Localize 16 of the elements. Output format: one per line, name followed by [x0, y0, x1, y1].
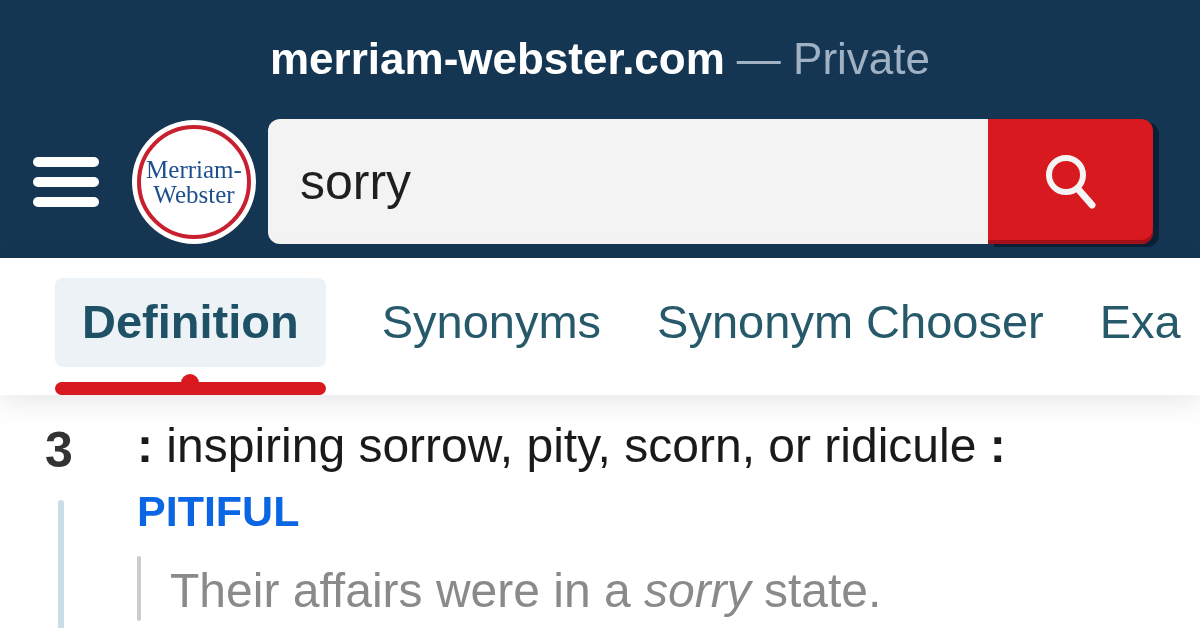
example-sentence: Their affairs were in a sorry state.: [170, 567, 882, 615]
search-input[interactable]: sorry: [268, 119, 988, 244]
site-address: merriam-webster.com: [269, 37, 725, 81]
synonym-link[interactable]: PITIFUL: [137, 490, 300, 533]
definition-text: : inspiring sorrow, pity, scorn, or ridicule :: [137, 422, 1006, 470]
search-icon: [1044, 153, 1097, 210]
tab[interactable]: Synonym Chooser: [629, 278, 1072, 367]
tab[interactable]: Exa: [1071, 278, 1200, 367]
tab[interactable]: Definition: [55, 278, 326, 367]
sense-number: 3: [45, 425, 74, 475]
tab[interactable]: Synonyms: [353, 278, 630, 367]
logo[interactable]: Merriam- Webster: [132, 119, 256, 244]
logo-text: Merriam-: [146, 156, 242, 182]
menu-icon[interactable]: [33, 156, 99, 207]
private-mode-label: — Private: [736, 37, 930, 81]
logo-text: Webster: [153, 181, 235, 207]
